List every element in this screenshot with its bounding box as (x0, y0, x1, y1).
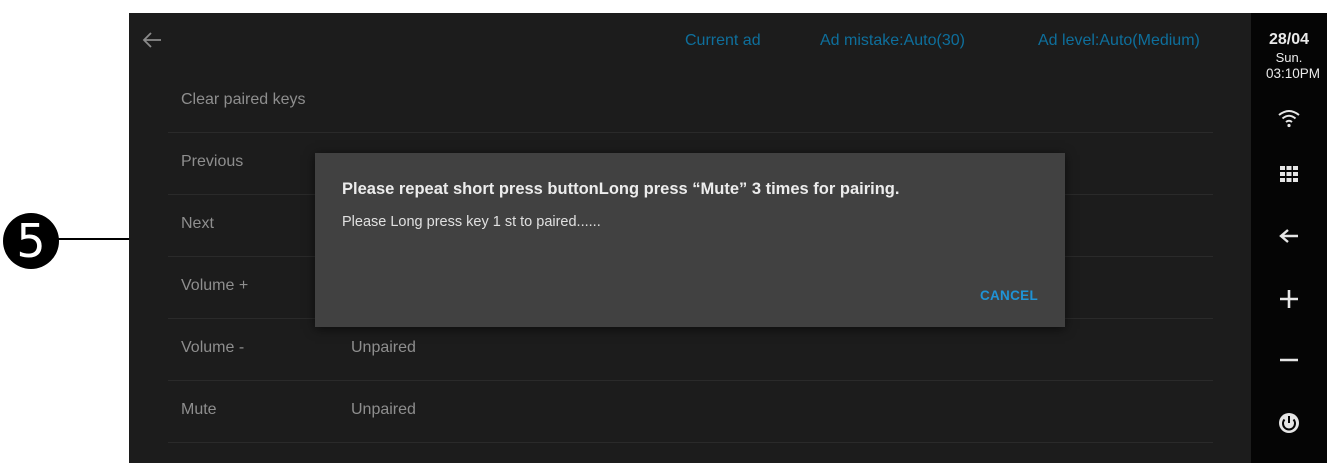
dialog-message: Please Long press key 1 st to paired....… (342, 214, 601, 230)
pairing-dialog: Please repeat short press buttonLong pre… (315, 153, 1065, 327)
callout-number: 5 (3, 213, 59, 269)
date-label: 28/04 (1268, 31, 1310, 48)
list-item-label: Clear paired keys (181, 91, 306, 108)
ad-mistake-tab[interactable]: Ad mistake:Auto(30) (820, 32, 965, 50)
list-item-label: Volume + (181, 277, 249, 294)
app-screen: Current ad Ad mistake:Auto(30) Ad level:… (129, 13, 1327, 463)
wifi-icon (1251, 108, 1327, 132)
list-item-volume-down[interactable]: Volume - Unpaired (168, 319, 1213, 381)
top-bar: Current ad Ad mistake:Auto(30) Ad level:… (129, 13, 1251, 69)
list-item-status: Unpaired (351, 339, 416, 356)
current-ad-tab[interactable]: Current ad (685, 32, 761, 50)
time-label: 03:10PM (1265, 66, 1321, 81)
back-arrow-icon[interactable] (141, 25, 171, 55)
back-arrow-icon[interactable] (1251, 226, 1327, 250)
day-label: Sun. (1275, 50, 1303, 65)
side-panel: 28/04 Sun. 03:10PM (1251, 13, 1327, 463)
list-item-clear-paired-keys[interactable]: Clear paired keys (168, 71, 1213, 133)
apps-grid-icon[interactable] (1251, 164, 1327, 188)
power-icon[interactable] (1251, 411, 1327, 439)
list-item-label: Volume - (181, 339, 245, 356)
list-item-mute[interactable]: Mute Unpaired (168, 381, 1213, 443)
dialog-title: Please repeat short press buttonLong pre… (342, 180, 900, 198)
volume-up-icon[interactable] (1251, 288, 1327, 314)
list-item-label: Next (181, 215, 214, 232)
list-item-status: Unpaired (351, 401, 416, 418)
volume-down-icon[interactable] (1251, 350, 1327, 374)
cancel-button[interactable]: CANCEL (980, 288, 1038, 303)
list-item-label: Previous (181, 153, 244, 170)
list-item-label: Mute (181, 401, 217, 418)
ad-level-tab[interactable]: Ad level:Auto(Medium) (1038, 32, 1200, 50)
